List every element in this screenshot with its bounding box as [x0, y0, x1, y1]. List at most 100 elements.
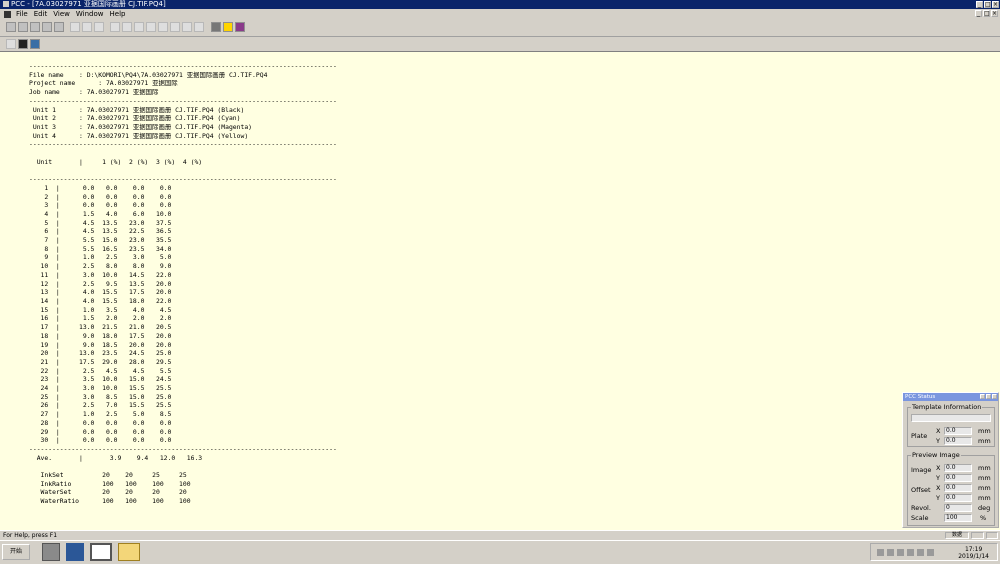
preview-image-group: Preview Image Image X 0.0 mm Y 0.0 mm Of…: [907, 451, 995, 526]
plate-x-label: X: [936, 427, 941, 435]
table-row: 26 | 2.5 7.0 15.5 25.5: [29, 401, 172, 410]
unit-line: Unit 2 : 7A.03027971 亚据国际画册 CJ.TIF.PQ4 (…: [29, 114, 241, 123]
taskbar: 开始 17:19 2019/1/14: [0, 540, 1000, 564]
menu-view[interactable]: View: [50, 9, 73, 20]
offset-x-label: X: [936, 484, 941, 492]
clock-time: 17:19: [964, 546, 983, 553]
pcc-icon[interactable]: [235, 22, 245, 32]
plate-label: Plate: [911, 432, 928, 440]
table-row: 22 | 2.5 4.5 4.5 5.5: [29, 366, 172, 375]
pcc-taskbar-icon[interactable]: [90, 543, 112, 561]
table-row: 27 | 1.0 2.5 5.0 8.5: [29, 410, 172, 419]
print-icon[interactable]: [211, 22, 221, 32]
table-row: 19 | 9.0 18.5 20.0 20.0: [29, 340, 172, 349]
table-row: 17 | 13.0 21.5 21.0 20.5: [29, 323, 172, 332]
zoom-icon[interactable]: [182, 22, 192, 32]
document-icon[interactable]: [4, 10, 11, 18]
cut-icon[interactable]: [70, 22, 80, 32]
grid-icon[interactable]: [42, 22, 52, 32]
help-icon[interactable]: [223, 22, 233, 32]
doc-restore-button[interactable]: □: [983, 10, 990, 17]
settings-row: WaterSet 20 20 20 20: [29, 488, 187, 497]
move-icon[interactable]: [134, 22, 144, 32]
template-name-field: [911, 414, 991, 422]
network-icon[interactable]: [877, 549, 884, 556]
tool-icon[interactable]: [6, 39, 16, 49]
powershell-icon[interactable]: [66, 543, 84, 561]
window-title: PCC - [7A.03027971 亚据国际画册 CJ.TIF.PQ4]: [11, 0, 166, 8]
close-button[interactable]: ×: [992, 1, 999, 8]
status-panel: [971, 532, 984, 539]
table-row: 13 | 4.0 15.5 17.5 20.0: [29, 288, 172, 297]
list-icon[interactable]: [30, 22, 40, 32]
table-row: 21 | 17.5 29.0 28.0 29.5: [29, 357, 172, 366]
status-maximize-button[interactable]: [986, 394, 991, 399]
table-row: 9 | 1.0 2.5 3.0 5.0: [29, 253, 172, 262]
header-line: Project name : 7A.03027971 亚据国际: [29, 79, 178, 88]
status-panel: [986, 532, 998, 539]
start-button[interactable]: 开始: [2, 544, 30, 560]
settings-row: InkSet 20 20 25 25: [29, 471, 187, 480]
doc-close-button[interactable]: ×: [991, 10, 998, 17]
save-icon[interactable]: [54, 22, 64, 32]
table-row: 7 | 5.5 15.0 23.0 35.5: [29, 236, 172, 245]
table-row: 12 | 2.5 9.5 13.5 20.0: [29, 279, 172, 288]
settings-row: InkRatio 100 100 100 100: [29, 479, 191, 488]
table-row: 11 | 3.0 10.0 14.5 22.0: [29, 270, 172, 279]
offset-x-field: 0.0: [944, 484, 972, 492]
image-y-field: 0.0: [944, 474, 972, 482]
open-icon[interactable]: [6, 22, 16, 32]
flag-icon[interactable]: [917, 549, 924, 556]
measure-icon[interactable]: [194, 22, 204, 32]
menu-edit[interactable]: Edit: [31, 9, 51, 20]
volume-icon[interactable]: [887, 549, 894, 556]
plate-x-field: 0.0: [944, 427, 972, 435]
table-row: 23 | 3.5 10.0 15.0 24.5: [29, 375, 172, 384]
unit-line: Unit 4 : 7A.03027971 亚据国际画册 CJ.TIF.PQ4 (…: [29, 131, 249, 140]
image-x-field: 0.0: [944, 464, 972, 472]
report-area: ----------------------------------------…: [29, 62, 337, 506]
menu-help[interactable]: Help: [107, 9, 129, 20]
disk-icon[interactable]: [18, 39, 28, 49]
separator: ----------------------------------------…: [29, 62, 337, 70]
export-icon[interactable]: [30, 39, 40, 49]
keyboard-icon[interactable]: [907, 549, 914, 556]
table-row: 16 | 1.5 2.0 2.0 2.0: [29, 314, 172, 323]
table-icon[interactable]: [18, 22, 28, 32]
table-row: 2 | 0.0 0.0 0.0 0.0: [29, 192, 172, 201]
menu-file[interactable]: File: [13, 9, 31, 20]
offset-y-field: 0.0: [944, 494, 972, 502]
redo-icon[interactable]: [158, 22, 168, 32]
revol-unit: deg: [978, 504, 991, 512]
status-window-title-bar[interactable]: PCC Status: [903, 393, 998, 401]
doc-minimize-button[interactable]: _: [975, 10, 982, 17]
maximize-button[interactable]: □: [984, 1, 991, 8]
table-row: 25 | 3.0 8.5 15.0 25.0: [29, 392, 172, 401]
menu-window[interactable]: Window: [73, 9, 107, 20]
window-controls: _ □ ×: [975, 1, 999, 8]
ime-icon[interactable]: [897, 549, 904, 556]
table-row: 6 | 4.5 13.5 22.5 36.5: [29, 227, 172, 236]
separator: ----------------------------------------…: [29, 140, 337, 149]
app-icon[interactable]: [3, 1, 9, 7]
scale-label: Scale: [911, 514, 929, 522]
minimize-button[interactable]: _: [976, 1, 983, 8]
pen-icon[interactable]: [110, 22, 120, 32]
undo-icon[interactable]: [146, 22, 156, 32]
rotate-icon[interactable]: [170, 22, 180, 32]
clock[interactable]: 17:19 2019/1/14: [958, 546, 989, 560]
separator: ----------------------------------------…: [29, 444, 337, 453]
select-icon[interactable]: [122, 22, 132, 32]
explorer-icon[interactable]: [118, 543, 140, 561]
status-close-button[interactable]: [992, 394, 997, 399]
header-line: Job name : 7A.03027971 亚据国际: [29, 88, 159, 97]
status-minimize-button[interactable]: [980, 394, 985, 399]
copy-icon[interactable]: [82, 22, 92, 32]
table-row: 24 | 3.0 10.0 15.5 25.5: [29, 384, 172, 393]
paste-icon[interactable]: [94, 22, 104, 32]
server-manager-icon[interactable]: [42, 543, 60, 561]
image-y-label: Y: [936, 474, 940, 482]
menu-bar: File Edit View Window Help _ □ ×: [0, 9, 1000, 20]
display-icon[interactable]: [927, 549, 934, 556]
